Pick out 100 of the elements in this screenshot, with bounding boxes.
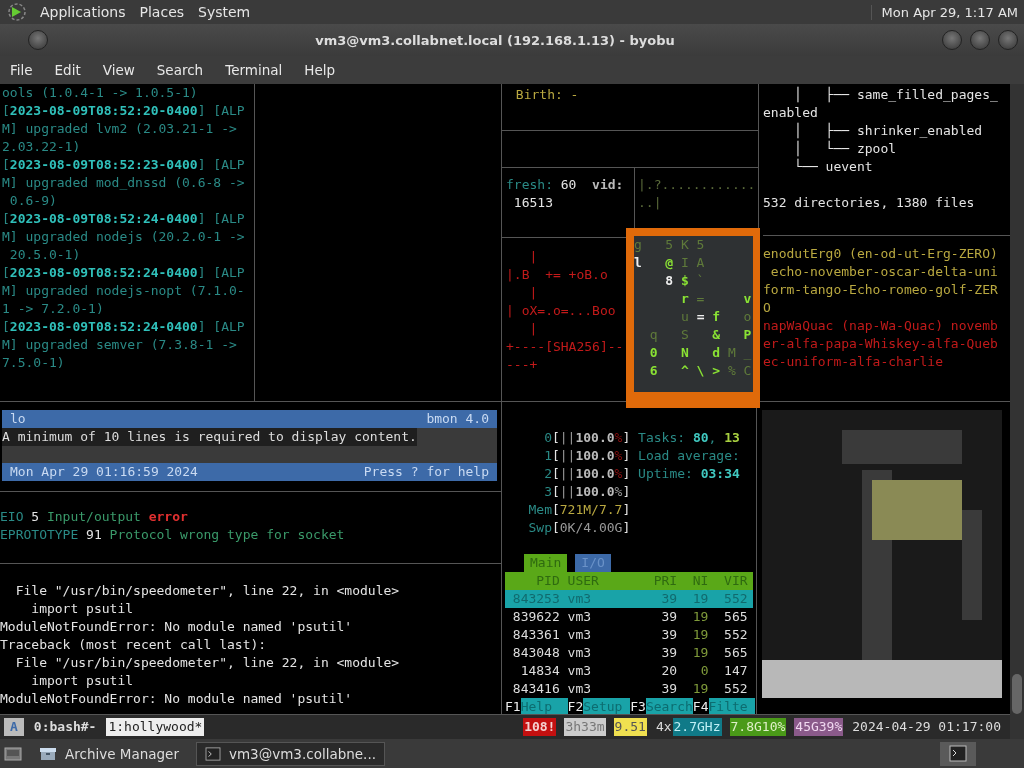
errno-line: EPROTOTYPE 91 Protocol wrong type for socket <box>0 526 345 545</box>
matrix-line: u = f o <box>679 308 752 326</box>
interface-name: lo <box>10 410 26 429</box>
terminal-icon[interactable] <box>940 741 976 766</box>
table-cell-text: vm3 <box>567 626 593 645</box>
traceback-line: import psutil <box>30 600 134 619</box>
table-cell-text: 843048 <box>511 644 560 663</box>
matrix-line: 8 $ ` <box>664 272 705 290</box>
function-key: F3 <box>630 698 646 715</box>
table-cell-text: 552 <box>723 626 748 645</box>
status-item: 9.51 <box>613 718 647 737</box>
matrix-line: g 5 K 5 <box>634 236 705 254</box>
window-menu-button[interactable] <box>28 30 48 50</box>
table-cell-text: 19 <box>691 680 709 699</box>
table-cell-text: 19 <box>691 590 709 609</box>
meter-line: Swp[0K/4.00G] <box>527 519 631 538</box>
table-cell-text: 565 <box>723 608 748 627</box>
matrix-line: l @ I A <box>634 254 705 272</box>
status-item: 4x <box>654 718 673 737</box>
menu-item[interactable]: Edit <box>54 62 81 78</box>
table-cell-text: vm3 <box>567 608 593 627</box>
status-item: 2.7GHz <box>672 718 722 737</box>
window-tab[interactable]: 1:hollywood* <box>106 718 205 737</box>
panel-menu[interactable]: Places <box>139 4 185 20</box>
table-cell-text: 843416 <box>511 680 560 699</box>
log-line: [2023-08-09T08:52:23-0400] [ALP <box>2 156 245 174</box>
window-tab[interactable]: 0:bash#- <box>31 718 99 737</box>
matrix-line: 0 N d M _ <box>648 344 752 362</box>
table-cell-text: 843253 <box>511 590 560 609</box>
traceback-line: File "/usr/bin/speedometer", line 22, in <module> <box>14 582 400 601</box>
terminal-icon <box>205 746 221 761</box>
key-art-line: | <box>528 320 538 338</box>
help-hint: Press ? for help <box>363 463 489 482</box>
log-line: M] upgraded mod_dnssd (0.6-8 -> <box>2 174 245 192</box>
meter-line: Mem[721M/7.7] <box>527 501 631 520</box>
tree-line: │ ├── shrinker_enabled <box>793 122 983 140</box>
menu-item[interactable]: Help <box>304 62 336 78</box>
process-row[interactable]: 843361 vm3 39 19 552 <box>505 626 753 645</box>
word-line: napWaQuac (nap-Wa-Quac) novemb <box>763 317 998 335</box>
key-art-line: +----[SHA256]-- <box>506 338 624 356</box>
traceback-line: ModuleNotFoundError: No module named 'psutil' <box>0 618 353 637</box>
log-line: 20.5.0-1) <box>8 246 81 264</box>
panel-menu[interactable]: System <box>198 4 251 20</box>
menu-item[interactable]: File <box>10 62 33 78</box>
log-line: ools (1.0.4-1 -> 1.0.5-1) <box>2 84 198 102</box>
process-row[interactable]: 839622 vm3 39 19 565 <box>505 608 753 627</box>
table-cell-text: 0 <box>699 662 709 681</box>
word-line: enodutErg0 (en-od-ut-Erg-ZERO) <box>763 245 998 263</box>
show-desktop-icon[interactable] <box>4 745 22 762</box>
status-item: 3h33m <box>564 718 606 737</box>
status-item: 45G39% <box>794 718 844 737</box>
table-cell-text: vm3 <box>567 644 593 663</box>
key-art-line: | <box>528 284 538 302</box>
taskbar-button[interactable]: vm3@vm3.collabne... <box>196 741 385 766</box>
table-cell-text: 565 <box>723 644 748 663</box>
process-row[interactable]: 14834 vm3 20 0 147 <box>505 662 753 681</box>
status-item: 108! <box>523 718 557 737</box>
taskbar-button[interactable]: Archive Manager <box>30 741 188 766</box>
session-badge: A <box>4 718 24 737</box>
process-row[interactable]: 843048 vm3 39 19 565 <box>505 644 753 663</box>
log-line: M] upgraded semver (7.3.8-1 -> <box>2 336 237 354</box>
meter-line: 1[||100.0%] Load average: <box>543 447 740 466</box>
log-line: 1 -> 7.2.0-1) <box>2 300 104 318</box>
log-line: [2023-08-09T08:52:24-0400] [ALP <box>2 210 245 228</box>
word-line: echo-november-oscar-delta-uni <box>769 263 998 281</box>
status-item: 7.8G10% <box>729 718 787 737</box>
close-button[interactable] <box>998 30 1018 50</box>
table-cell-text: 39 <box>660 590 678 609</box>
minimize-button[interactable] <box>942 30 962 50</box>
tree-line: │ └── zpool <box>793 140 897 158</box>
matrix-line: q S & P <box>648 326 752 344</box>
key-art-line: | oX=.o=...Boo <box>506 302 616 320</box>
tree-line: └── uevent <box>793 158 873 176</box>
table-cell-text: 19 <box>691 608 709 627</box>
tree-summary: 532 directories, 1380 files <box>763 194 975 212</box>
menu-item[interactable]: Search <box>156 62 204 78</box>
clock[interactable]: Mon Apr 29, 1:17 AM <box>870 4 1018 20</box>
table-cell-text: vm3 <box>567 662 593 681</box>
process-row[interactable]: 843416 vm3 39 19 552 <box>505 680 753 699</box>
log-line: [2023-08-09T08:52:24-0400] [ALP <box>2 318 245 336</box>
table-cell-text: 39 <box>660 626 678 645</box>
word-line: ec-uniform-alfa-charlie <box>763 353 943 371</box>
table-cell-text: 147 <box>723 662 748 681</box>
stat-line: |.?............ <box>638 176 756 194</box>
word-line: form-tango-Echo-romeo-golf-ZER <box>763 281 998 299</box>
panel-menu[interactable]: Applications <box>40 4 126 20</box>
bmon-message: A minimum of 10 lines is required to display content. <box>2 428 417 447</box>
table-cell-text: 20 <box>660 662 678 681</box>
stat-line: fresh: 60 vid: <box>506 176 624 194</box>
status-item: 2024-04-29 01:17:00 <box>851 718 1002 737</box>
meter-line: 2[||100.0%] Uptime: 03:34 <box>543 465 740 484</box>
table-cell-text: 552 <box>723 590 748 609</box>
errno-line: EIO 5 Input/output error <box>0 508 188 527</box>
traceback-line: Traceback (most recent call last): <box>0 636 267 655</box>
scrollbar[interactable] <box>1010 84 1024 739</box>
menu-item[interactable]: Terminal <box>225 62 283 78</box>
stat-line: ..| <box>638 194 662 212</box>
maximize-button[interactable] <box>970 30 990 50</box>
menu-item[interactable]: View <box>102 62 135 78</box>
traceback-line: File "/usr/bin/speedometer", line 22, in <module> <box>14 654 400 673</box>
